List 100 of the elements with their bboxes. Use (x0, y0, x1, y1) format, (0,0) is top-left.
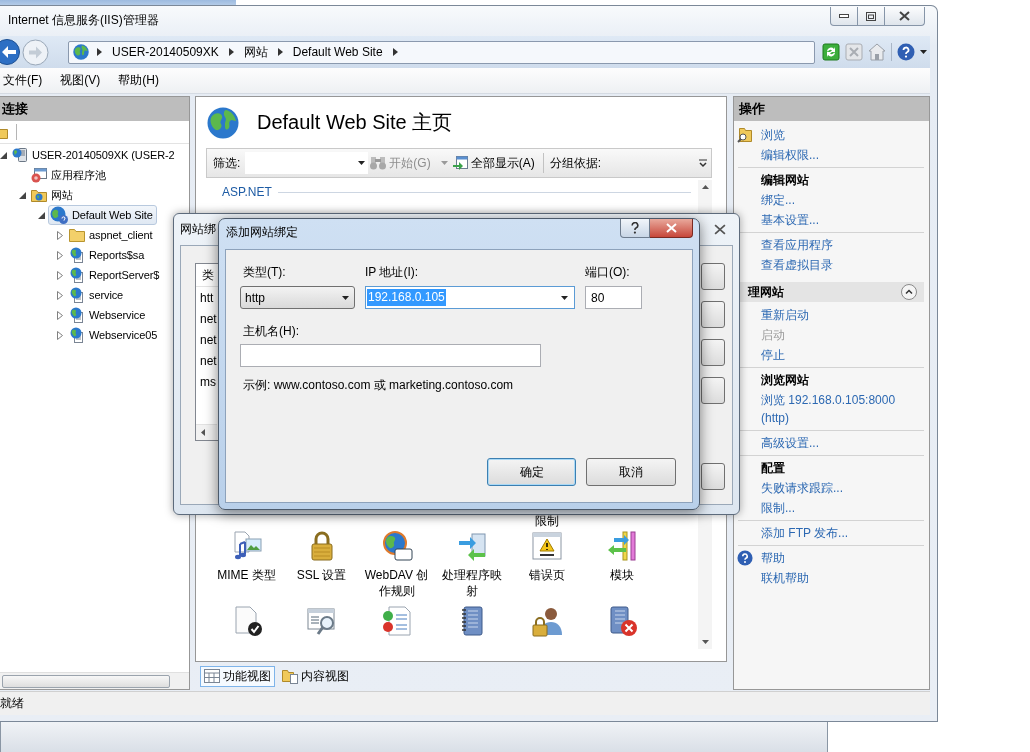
close-icon[interactable] (714, 224, 726, 235)
feature-item[interactable]: SSL 设置 (284, 530, 359, 599)
menu-item[interactable]: 帮助(H) (116, 70, 161, 91)
port-field[interactable]: 80 (585, 286, 642, 309)
filter-field[interactable] (245, 152, 369, 174)
action-link[interactable]: 基本设置... (761, 211, 819, 229)
refresh-icon[interactable] (822, 43, 840, 61)
dialog-button[interactable] (701, 301, 725, 328)
action-link[interactable]: 编辑权限... (761, 146, 819, 164)
action-link[interactable]: 高级设置... (761, 434, 819, 452)
action-link[interactable]: 绑定... (761, 191, 795, 209)
action-link[interactable]: 添加 FTP 发布... (761, 524, 849, 542)
action-link[interactable]: 帮助 (761, 549, 785, 567)
tree-item[interactable]: ReportServer$ (67, 265, 164, 285)
binoculars-icon (370, 156, 387, 170)
expanded-arrow-icon[interactable] (38, 211, 45, 219)
dialog-button[interactable]: 确定 (487, 458, 576, 486)
feature-item[interactable]: MIME 类型 (209, 530, 284, 599)
address-field[interactable]: USER-20140509XK 网站 Default Web Site (68, 40, 815, 64)
window-arrow-icon (451, 155, 468, 171)
chevron-right-icon[interactable] (228, 48, 234, 56)
tree-item[interactable]: Default Web Site (48, 205, 157, 225)
chevron-up-circle-icon[interactable] (901, 284, 917, 300)
tree-item[interactable]: Webservice05 (67, 325, 162, 345)
horizontal-scrollbar[interactable] (0, 672, 189, 689)
maximize-icon (866, 11, 876, 21)
globe-page-icon (69, 267, 85, 283)
dialog-button[interactable] (701, 463, 725, 490)
action-link[interactable]: 失败请求跟踪... (761, 479, 843, 497)
breadcrumb-item[interactable]: 网站 (241, 43, 270, 61)
feature-item[interactable]: WebDAV 创作规则 (359, 530, 434, 599)
help-icon[interactable] (897, 43, 915, 61)
feature-label[interactable]: 限制 (534, 514, 559, 528)
globe-icon (207, 106, 239, 139)
action-link[interactable]: 停止 (761, 346, 785, 364)
globe-page-icon (69, 287, 85, 303)
horizontal-scrollbar[interactable] (196, 424, 217, 440)
tree-item[interactable]: service (67, 285, 128, 305)
caret-down-icon[interactable] (561, 295, 568, 300)
show-all-button[interactable]: 全部显示(A) (449, 152, 537, 174)
host-field[interactable] (240, 344, 541, 367)
menu-item[interactable]: 文件(F) (1, 70, 45, 91)
dialog-button[interactable]: 取消 (586, 458, 676, 486)
close-button[interactable] (885, 7, 925, 26)
action-link[interactable]: 查看虚拟目录 (761, 256, 833, 274)
back-arrow-icon[interactable] (0, 38, 20, 66)
view-tab[interactable]: 功能视图 (200, 665, 275, 687)
breadcrumb-item[interactable]: Default Web Site (290, 45, 385, 59)
dialog-button[interactable] (701, 377, 725, 404)
arrow-down-icon[interactable] (701, 640, 709, 644)
feature-item[interactable]: 处理程序映射 (434, 530, 509, 599)
overflow-chevron-icon[interactable] (699, 158, 707, 168)
menu-item[interactable]: 视图(V) (58, 70, 103, 91)
tree-item[interactable]: USER-20140509XK (USER-2 (10, 145, 179, 165)
person-padlock-icon[interactable] (530, 605, 563, 637)
action-link[interactable]: 联机帮助 (761, 569, 809, 587)
type-select[interactable]: http (240, 286, 355, 309)
globe-icon (50, 206, 68, 224)
tree-item[interactable]: 网站 (29, 185, 77, 205)
caret-down-icon[interactable] (358, 161, 366, 165)
window-magnifier-icon[interactable] (305, 605, 338, 637)
collapsed-arrow-icon[interactable] (57, 290, 63, 300)
feature-item[interactable]: 模块 (584, 530, 659, 599)
feature-item[interactable]: 错误页 (509, 530, 584, 599)
dialog-button[interactable] (701, 263, 725, 290)
collapsed-arrow-icon[interactable] (57, 330, 63, 340)
checklist-icon[interactable] (380, 605, 413, 637)
action-link[interactable]: 重新启动 (761, 306, 809, 324)
collapsed-arrow-icon[interactable] (57, 250, 63, 260)
action-link[interactable]: 限制... (761, 499, 795, 517)
tree-item[interactable]: Reports$sa (67, 245, 149, 265)
tree-item[interactable]: aspnet_client (67, 225, 157, 245)
view-tab[interactable]: 内容视图 (278, 665, 353, 687)
collapsed-arrow-icon[interactable] (57, 230, 63, 240)
scrollbar-thumb[interactable] (2, 674, 170, 688)
maximize-button[interactable] (858, 7, 885, 26)
close-button[interactable] (650, 219, 693, 238)
arrow-up-icon[interactable] (701, 185, 709, 189)
close-icon[interactable] (899, 11, 910, 21)
caret-down-icon[interactable] (342, 295, 349, 300)
action-link[interactable]: 浏览 192.168.0.105:8000 (http) (761, 391, 924, 427)
help-button[interactable] (620, 219, 650, 238)
chevron-right-icon[interactable] (97, 48, 102, 56)
breadcrumb-item[interactable]: USER-20140509XK (110, 45, 221, 59)
action-link[interactable]: 浏览 (761, 126, 785, 144)
minimize-button[interactable] (830, 7, 858, 26)
tree-item[interactable]: 应用程序池 (29, 165, 110, 185)
chevron-right-icon[interactable] (392, 48, 398, 56)
arrow-left-icon[interactable] (201, 429, 205, 436)
chevron-right-icon[interactable] (277, 48, 283, 56)
action-link[interactable]: 查看应用程序 (761, 236, 833, 254)
caret-down-icon[interactable] (920, 50, 927, 54)
expanded-arrow-icon[interactable] (0, 151, 7, 159)
column-header: 类 (202, 266, 214, 284)
collapsed-arrow-icon[interactable] (57, 270, 63, 280)
collapsed-arrow-icon[interactable] (57, 310, 63, 320)
dialog-button[interactable] (701, 339, 725, 366)
tree-item[interactable]: Webservice (67, 305, 150, 325)
expanded-arrow-icon[interactable] (19, 191, 26, 199)
section-heading: 浏览网站 (761, 372, 809, 389)
